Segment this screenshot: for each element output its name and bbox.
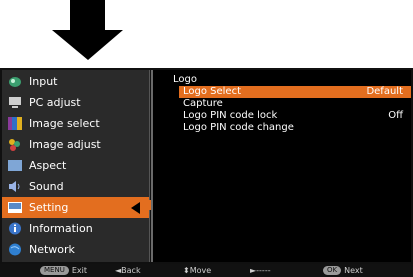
row-value: Off — [388, 110, 403, 121]
footer-back: ◄Back — [115, 266, 141, 275]
footer-help-bar: MENU Exit ◄Back ⬍Move ►----- OK Next — [0, 264, 413, 277]
sidebar-item-network[interactable]: Network — [2, 239, 149, 260]
sidebar-item-label: PC adjust — [29, 96, 81, 109]
sidebar-item-pc-adjust[interactable]: PC adjust — [2, 92, 149, 113]
exit-label: Exit — [71, 266, 87, 275]
sidebar-item-label: Aspect — [29, 159, 67, 172]
sidebar-item-setting[interactable]: Setting — [2, 197, 149, 218]
sidebar: Input PC adjust Image select Image adjus… — [2, 70, 150, 262]
sidebar-item-input[interactable]: Input — [2, 71, 149, 92]
sidebar-item-label: Setting — [29, 201, 69, 214]
sidebar-item-sound[interactable]: Sound — [2, 176, 149, 197]
footer-exit: MENU Exit — [40, 264, 87, 277]
pc-adjust-icon — [9, 97, 21, 108]
sidebar-item-aspect[interactable]: Aspect — [2, 155, 149, 176]
sidebar-item-label: Information — [29, 222, 93, 235]
ok-key-icon: OK — [323, 266, 342, 275]
sidebar-item-image-adjust[interactable]: Image adjust — [2, 134, 149, 155]
menu-row-capture[interactable]: Capture — [179, 98, 411, 110]
menu-key-icon: MENU — [40, 266, 69, 275]
menu-row-logo-select[interactable]: Logo Select Default — [179, 86, 411, 98]
next-label: Next — [344, 266, 363, 275]
row-value: Default — [366, 86, 403, 97]
menu-row-logo-pin-code-lock[interactable]: Logo PIN code lock Off — [179, 110, 411, 122]
projector-menu-screen: Input PC adjust Image select Image adjus… — [0, 68, 413, 264]
footer-next: OK Next — [323, 264, 363, 277]
row-label: Logo PIN code change — [183, 122, 294, 133]
sidebar-item-label: Network — [29, 243, 75, 256]
sidebar-item-label: Input — [29, 75, 58, 88]
input-icon — [9, 77, 21, 87]
row-label: Logo PIN code lock — [183, 110, 278, 121]
menu-row-logo-pin-code-change[interactable]: Logo PIN code change — [179, 122, 411, 134]
image-adjust-icon — [9, 139, 20, 151]
row-label: Capture — [183, 98, 223, 109]
row-label: Logo Select — [183, 86, 242, 97]
sidebar-item-label: Image select — [29, 117, 100, 130]
sidebar-item-label: Image adjust — [29, 138, 101, 151]
footer-next-symbol: ►----- — [250, 266, 271, 275]
information-icon — [9, 222, 21, 235]
sidebar-item-image-select[interactable]: Image select — [2, 113, 149, 134]
network-icon — [9, 243, 21, 256]
panel-title: Logo — [173, 74, 197, 85]
setting-icon — [8, 202, 22, 213]
sound-icon — [9, 181, 20, 192]
sidebar-item-information[interactable]: Information — [2, 218, 149, 239]
selected-caret-icon — [131, 202, 140, 214]
footer-move: ⬍Move — [183, 266, 212, 275]
image-select-icon — [8, 117, 22, 130]
aspect-icon — [8, 160, 22, 171]
logo-settings-panel: Logo Logo Select Default Capture Logo PI… — [151, 70, 411, 262]
down-arrow-indicator — [52, 0, 123, 60]
sidebar-item-label: Sound — [29, 180, 64, 193]
